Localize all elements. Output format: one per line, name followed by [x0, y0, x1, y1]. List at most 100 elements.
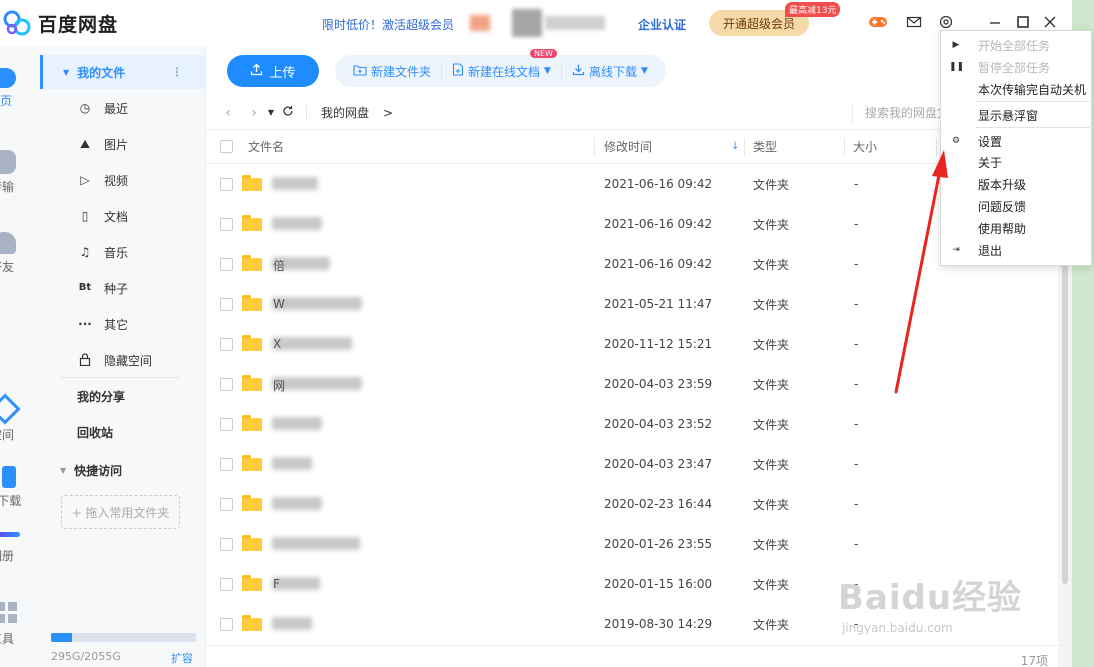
sidebar-item-others[interactable]: ··· 其它 — [40, 307, 206, 341]
rail-item-friends[interactable]: 好友 — [0, 232, 40, 275]
row-checkbox[interactable] — [220, 177, 233, 191]
row-checkbox[interactable] — [220, 497, 233, 511]
table-row[interactable]: 倍 2021-06-16 09:42 文件夹 - — [206, 244, 1058, 284]
user-avatar-image[interactable] — [512, 9, 542, 37]
sort-desc-icon[interactable]: ↓ — [731, 141, 739, 152]
sidebar-item-my-files[interactable]: ▼ 我的文件 ⋮ — [40, 55, 206, 89]
file-name-redacted[interactable] — [272, 497, 322, 510]
scrollbar-thumb[interactable] — [1062, 224, 1068, 584]
table-row[interactable]: 2020-04-03 23:47 文件夹 - — [206, 444, 1058, 484]
file-name-redacted[interactable] — [272, 417, 322, 430]
select-all-checkbox[interactable] — [220, 140, 233, 153]
table-row[interactable]: 2020-04-03 23:52 文件夹 - — [206, 404, 1058, 444]
menu-item[interactable]: 关于 — [941, 151, 1093, 173]
baidu-netdisk-logo-icon — [2, 8, 32, 38]
history-dropdown-icon[interactable]: ▼ — [264, 108, 278, 117]
file-type: 文件夹 — [753, 257, 790, 272]
refresh-icon[interactable] — [278, 105, 298, 121]
menu-item[interactable]: 本次传输完自动关机 — [941, 78, 1093, 100]
rail-item-download[interactable]: P下载 — [0, 466, 40, 509]
rail-item-transfer[interactable]: 传输 — [0, 150, 40, 195]
table-row[interactable]: 2020-01-26 23:55 文件夹 - — [206, 524, 1058, 564]
file-name-redacted[interactable] — [272, 457, 312, 470]
file-name-redacted[interactable] — [272, 617, 312, 630]
close-icon[interactable] — [1042, 14, 1058, 30]
promo-link[interactable]: 限时低价！激活超级会员 — [322, 16, 454, 33]
rail-item-home[interactable]: 首页 — [0, 68, 40, 109]
sidebar-item-images[interactable]: ⛰ 图片 — [40, 127, 206, 161]
table-row[interactable]: W 2021-05-21 11:47 文件夹 - — [206, 284, 1058, 324]
sidebar-item-music[interactable]: ♫ 音乐 — [40, 235, 206, 269]
new-online-doc-button[interactable]: 新建在线文档 ▼ — [442, 62, 562, 80]
column-header-type[interactable]: 类型 — [753, 138, 777, 155]
sidebar-item-videos[interactable]: ▷ 视频 — [40, 163, 206, 197]
forward-arrow-icon[interactable]: › — [244, 105, 264, 121]
file-name-redacted[interactable] — [272, 217, 322, 230]
table-row[interactable]: 2020-02-23 16:44 文件夹 - — [206, 484, 1058, 524]
row-checkbox[interactable] — [220, 297, 233, 311]
table-row[interactable]: 网 2020-04-03 23:59 文件夹 - — [206, 364, 1058, 404]
column-header-name[interactable]: 文件名 — [248, 138, 284, 155]
minimize-icon[interactable] — [987, 14, 1003, 30]
table-row[interactable]: X 2020-11-12 15:21 文件夹 - — [206, 324, 1058, 364]
sidebar-item-documents[interactable]: ▯ 文档 — [40, 199, 206, 233]
table-row[interactable]: 2021-06-16 09:42 文件夹 - — [206, 204, 1058, 244]
row-checkbox[interactable] — [220, 537, 233, 551]
file-name-redacted[interactable] — [272, 177, 318, 190]
row-checkbox[interactable] — [220, 337, 233, 351]
menu-item[interactable]: 问题反馈 — [941, 195, 1093, 217]
row-checkbox[interactable] — [220, 377, 233, 391]
sidebar-item-hidden-space[interactable]: 隐藏空间 — [40, 343, 206, 377]
avatar[interactable] — [470, 15, 490, 31]
settings-gear-icon[interactable] — [938, 14, 954, 30]
file-type: 文件夹 — [753, 617, 790, 632]
menu-item[interactable]: ▶ 开始全部任务 — [941, 34, 1093, 56]
sidebar-item-recycle-bin[interactable]: 回收站 — [40, 415, 206, 449]
rail-item-album[interactable]: 相册 — [0, 532, 40, 564]
column-header-modified[interactable]: 修改时间 — [604, 138, 652, 155]
row-checkbox[interactable] — [220, 457, 233, 471]
rail-label: 好友 — [0, 260, 15, 274]
sidebar-item-recent[interactable]: ◷ 最近 — [40, 91, 206, 125]
expand-storage-link[interactable]: 扩容 — [171, 650, 193, 666]
file-name-prefix: 倍 — [273, 259, 286, 273]
new-folder-button[interactable]: 新建文件夹 — [343, 62, 443, 80]
table-row[interactable]: 2021-06-16 09:42 文件夹 - — [206, 164, 1058, 204]
sidebar-item-torrents[interactable]: Bt 种子 — [40, 271, 206, 305]
back-arrow-icon[interactable]: ‹ — [218, 105, 238, 121]
menu-item[interactable]: ❚❚ 暂停全部任务 — [941, 56, 1093, 78]
menu-item[interactable]: 版本升级 — [941, 173, 1093, 195]
row-checkbox[interactable] — [220, 617, 233, 631]
breadcrumb-root[interactable]: 我的网盘 — [321, 104, 369, 121]
more-vertical-icon[interactable]: ⋮ — [171, 65, 183, 79]
upload-button[interactable]: 上传 — [227, 55, 319, 87]
watermark-url: jingyan.baidu.com — [842, 621, 953, 635]
file-name-redacted[interactable] — [272, 537, 360, 550]
quick-access-drop-zone[interactable]: + 拖入常用文件夹 — [61, 495, 180, 529]
rail-item-space[interactable]: 空间 — [0, 393, 40, 443]
file-name-redacted[interactable] — [272, 297, 362, 310]
menu-item[interactable]: 显示悬浮窗 — [941, 104, 1093, 126]
sidebar-item-quick-access[interactable]: ▼ 快捷访问 — [40, 453, 206, 487]
game-icon[interactable] — [868, 14, 887, 30]
column-header-size[interactable]: 大小 — [853, 138, 877, 155]
sidebar-item-label: 我的文件 — [77, 65, 126, 80]
row-checkbox[interactable] — [220, 577, 233, 591]
menu-item[interactable]: ⚙ 设置 — [941, 130, 1093, 152]
file-name-redacted[interactable] — [272, 337, 352, 350]
file-name-redacted[interactable] — [272, 377, 362, 390]
mail-icon[interactable] — [906, 14, 922, 30]
maximize-icon[interactable] — [1015, 14, 1031, 30]
offline-download-button[interactable]: 离线下载 ▼ — [562, 62, 658, 80]
row-checkbox[interactable] — [220, 217, 233, 231]
chevron-down-icon: ▼ — [640, 66, 648, 76]
menu-item[interactable]: ⇥ 退出 — [941, 239, 1093, 261]
sidebar-item-label: 最近 — [104, 101, 129, 116]
enterprise-auth-link[interactable]: 企业认证 — [638, 16, 686, 33]
sidebar-item-my-share[interactable]: 我的分享 — [40, 379, 206, 413]
menu-item[interactable]: 使用帮助 — [941, 217, 1093, 239]
row-checkbox[interactable] — [220, 417, 233, 431]
row-checkbox[interactable] — [220, 257, 233, 271]
rail-item-tools[interactable]: 工具 — [0, 602, 40, 647]
folder-icon — [242, 215, 262, 231]
